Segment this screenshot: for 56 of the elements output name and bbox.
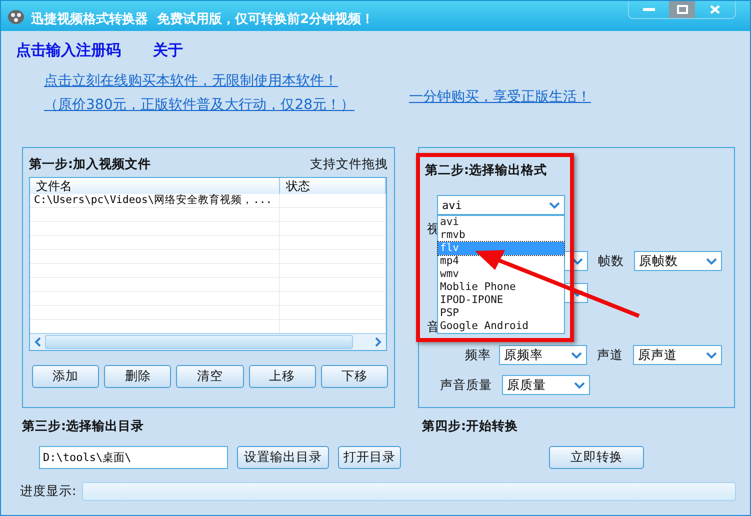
maximize-button[interactable] [669, 1, 695, 18]
horizontal-scrollbar[interactable] [30, 333, 386, 350]
list-button[interactable]: 删除 [104, 365, 172, 388]
chevron-down-icon [572, 258, 583, 264]
window-title: 迅捷视频格式转换器 免费试用版，仅可转换前2分钟视频！ [31, 11, 374, 28]
set-output-button[interactable]: 设置输出目录 [237, 446, 329, 469]
top-link[interactable]: 点击输入注册码 [16, 41, 121, 65]
quality-label: 声音质量 [440, 376, 492, 394]
chevron-down-icon [706, 258, 717, 264]
select-value: 原声道 [638, 346, 677, 364]
film-reel-icon [7, 9, 25, 25]
convert-button[interactable]: 立即转换 [549, 446, 644, 469]
quality-select[interactable]: 原质量 [502, 375, 590, 395]
select-value: 原帧数 [639, 252, 678, 270]
file-path: C:\Users\pc\Videos\网络安全教育视频，... [34, 194, 272, 206]
frames-label: 帧数 [598, 252, 624, 270]
path-value: D:\tools\桌面\ [43, 451, 132, 464]
column-header: 文件名 [30, 178, 280, 194]
progress-label: 进度显示: [20, 483, 76, 500]
select-value: avi [442, 198, 462, 212]
rate-label: 频率 [465, 346, 489, 364]
chevron-down-icon [706, 352, 717, 358]
output-path-field[interactable]: D:\tools\桌面\ [39, 446, 228, 469]
audio-label: 音 [427, 319, 440, 336]
step-title: 第三步:选择输出目录 [22, 418, 145, 435]
promo-link[interactable]: （原价380元，正版软件普及大行动，仅28元！） [44, 96, 366, 114]
rate-select[interactable]: 原频率 [499, 345, 587, 365]
promo-link[interactable]: 点击立刻在线购买本软件，无限制使用本软件！ [44, 72, 366, 90]
open-folder-button[interactable]: 打开目录 [338, 446, 401, 469]
format-select[interactable]: avi [437, 195, 565, 215]
promo-link[interactable]: 一分钟购买，享受正版生活！ [409, 88, 591, 106]
step-title: 第二步:选择输出格式 [425, 162, 547, 179]
chevron-right-icon [373, 337, 383, 347]
channel-select[interactable]: 原声道 [633, 345, 722, 365]
frames-select[interactable]: 原帧数 [634, 251, 722, 271]
top-link[interactable]: 关于 [153, 41, 183, 65]
list-button[interactable]: 上移 [248, 365, 316, 388]
minimize-icon [643, 8, 655, 12]
list-button[interactable]: 清空 [176, 365, 244, 388]
select-value: 原频率 [504, 346, 543, 364]
chevron-down-icon [571, 352, 582, 358]
step-title: 第一步:加入视频文件 [29, 156, 151, 172]
channel-label: 声道 [597, 346, 623, 364]
file-list[interactable]: 文件名 状态 C:\Users\pc\Videos\网络安全教育视频，... [29, 177, 387, 351]
list-button[interactable]: 添加 [32, 365, 100, 388]
chevron-left-icon [33, 337, 43, 347]
select-value: 原质量 [507, 376, 546, 394]
close-icon [710, 5, 720, 14]
maximize-icon [676, 5, 688, 14]
column-header: 状态 [280, 178, 386, 194]
chevron-down-icon [549, 202, 560, 208]
chevron-down-icon [574, 382, 585, 388]
list-button[interactable]: 下移 [320, 365, 388, 388]
drag-hint: 支持文件拖拽 [310, 156, 388, 172]
chevron-down-icon [572, 290, 583, 296]
step-title: 第四步:开始转换 [422, 418, 519, 435]
